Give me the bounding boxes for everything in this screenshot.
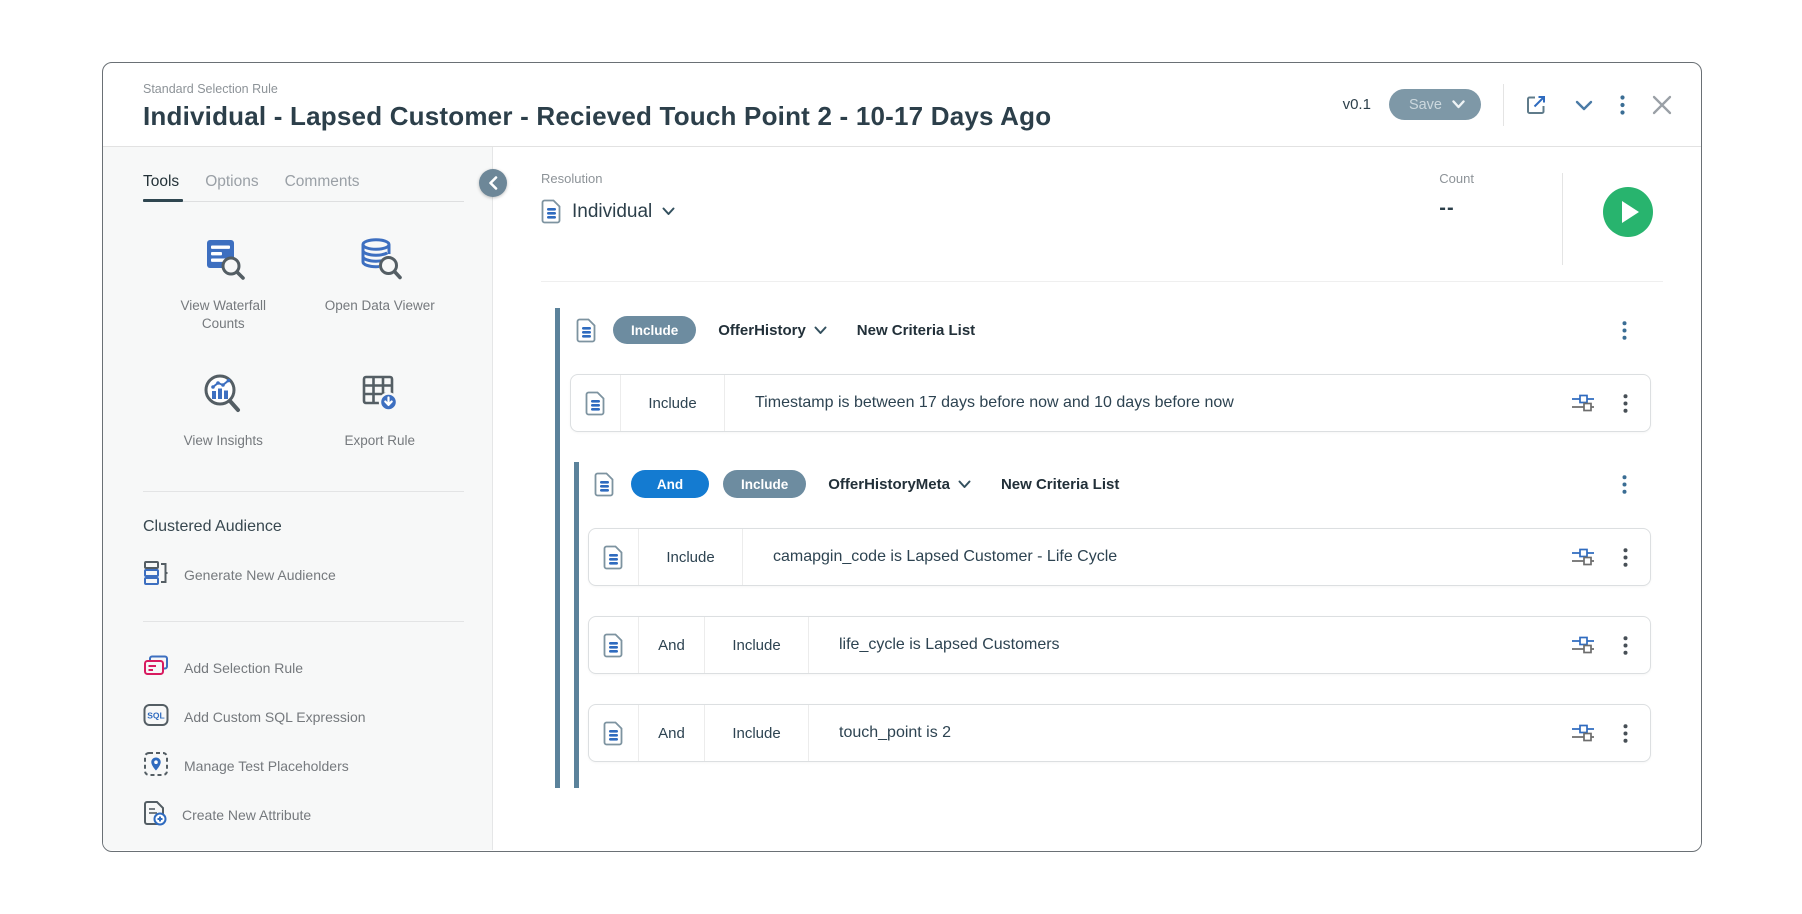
- table-chevron-down-icon: [814, 326, 827, 335]
- count-divider: [1562, 173, 1563, 265]
- criteria-kebab-menu-icon[interactable]: [1623, 394, 1628, 413]
- table-chevron-down-icon: [958, 480, 971, 489]
- header-divider: [1503, 84, 1504, 126]
- sidebar-divider: [143, 491, 464, 492]
- group-header: And Include OfferHistoryMeta New Criteri…: [588, 462, 1651, 506]
- resolution-label: Resolution: [541, 171, 1439, 186]
- record-doc-icon: [541, 199, 562, 224]
- criteria-operator[interactable]: Include: [639, 529, 743, 585]
- save-button[interactable]: Save: [1389, 89, 1481, 120]
- resolution-underline: [541, 281, 1663, 282]
- criteria-conjunction[interactable]: And: [639, 705, 705, 761]
- save-button-label: Save: [1409, 97, 1442, 113]
- save-chevron-down-icon[interactable]: [1452, 100, 1465, 109]
- page-title: Individual - Lapsed Customer - Recieved …: [143, 101, 1343, 132]
- rule-canvas: Resolution Individual: [493, 147, 1701, 850]
- group-kebab-menu-icon[interactable]: [1622, 475, 1627, 494]
- criteria-settings-sliders-icon[interactable]: [1571, 547, 1595, 567]
- group-header: Include OfferHistory New Criteria List: [570, 308, 1651, 352]
- criteria-row[interactable]: Include camapgin_code is Lapsed Customer…: [588, 528, 1651, 586]
- placeholder-pin-icon: [143, 751, 169, 782]
- record-doc-icon: [594, 472, 615, 497]
- selection-rule-icon: [143, 655, 169, 682]
- count-label: Count: [1439, 171, 1474, 186]
- criteria-text[interactable]: camapgin_code is Lapsed Customer - Life …: [743, 529, 1571, 585]
- criteria-row[interactable]: And Include life_cycle is Lapsed Custome…: [588, 616, 1651, 674]
- selection-rule-dialog: Standard Selection Rule Individual - Lap…: [102, 62, 1702, 852]
- resolution-chevron-down-icon: [662, 207, 675, 216]
- rule-type-label: Standard Selection Rule: [143, 82, 1343, 96]
- view-waterfall-counts-button[interactable]: View Waterfall Counts: [145, 236, 302, 333]
- attribute-add-icon: [143, 800, 167, 831]
- dialog-header: Standard Selection Rule Individual - Lap…: [103, 63, 1701, 147]
- include-pill[interactable]: Include: [723, 470, 806, 498]
- view-insights-button[interactable]: View Insights: [145, 371, 302, 450]
- criteria-operator[interactable]: Include: [705, 705, 809, 761]
- criteria-row[interactable]: And Include touch_point is 2: [588, 704, 1651, 762]
- criteria-kebab-menu-icon[interactable]: [1623, 724, 1628, 743]
- criteria-conjunction[interactable]: And: [639, 617, 705, 673]
- criteria-settings-sliders-icon[interactable]: [1571, 723, 1595, 743]
- table-select[interactable]: OfferHistoryMeta: [828, 476, 971, 493]
- insights-icon: [200, 371, 246, 422]
- table-select[interactable]: OfferHistory: [718, 322, 827, 339]
- play-icon: [1622, 201, 1639, 223]
- record-doc-icon: [589, 529, 639, 585]
- criteria-settings-sliders-icon[interactable]: [1571, 393, 1595, 413]
- criteria-kebab-menu-icon[interactable]: [1623, 548, 1628, 567]
- sidebar-divider: [143, 621, 464, 622]
- criteria-operator[interactable]: Include: [621, 375, 725, 431]
- record-doc-icon: [589, 617, 639, 673]
- sidebar-tabs: Tools Options Comments: [143, 173, 464, 202]
- open-in-new-window-icon[interactable]: [1524, 93, 1548, 117]
- create-new-attribute-button[interactable]: Create New Attribute: [143, 791, 464, 840]
- criteria-row[interactable]: Include Timestamp is between 17 days bef…: [570, 374, 1651, 432]
- clustered-audience-heading: Clustered Audience: [143, 518, 464, 536]
- run-count-play-button[interactable]: [1603, 187, 1653, 237]
- tab-tools[interactable]: Tools: [143, 173, 179, 201]
- sql-icon: SQL: [143, 703, 169, 732]
- export-rule-button[interactable]: Export Rule: [302, 371, 459, 450]
- header-kebab-menu-icon[interactable]: [1620, 95, 1625, 115]
- record-doc-icon: [589, 705, 639, 761]
- manage-test-placeholders-button[interactable]: Manage Test Placeholders: [143, 742, 464, 791]
- svg-text:SQL: SQL: [147, 710, 164, 720]
- include-pill[interactable]: Include: [613, 316, 696, 344]
- new-criteria-list-link[interactable]: New Criteria List: [1001, 476, 1119, 493]
- resolution-select[interactable]: Individual: [541, 199, 1439, 224]
- version-badge: v0.1: [1343, 96, 1371, 113]
- collapse-sidebar-button[interactable]: [479, 169, 507, 197]
- criteria-text[interactable]: life_cycle is Lapsed Customers: [809, 617, 1571, 673]
- audience-cluster-icon: [143, 560, 169, 591]
- add-custom-sql-button[interactable]: SQL Add Custom SQL Expression: [143, 693, 464, 742]
- open-data-viewer-button[interactable]: Open Data Viewer: [302, 236, 459, 333]
- criteria-kebab-menu-icon[interactable]: [1623, 636, 1628, 655]
- criteria-operator[interactable]: Include: [705, 617, 809, 673]
- tab-options[interactable]: Options: [205, 173, 258, 201]
- criteria-text[interactable]: Timestamp is between 17 days before now …: [725, 375, 1571, 431]
- chevron-down-icon[interactable]: [1572, 93, 1596, 117]
- record-doc-icon: [576, 318, 597, 343]
- close-icon[interactable]: [1649, 92, 1675, 118]
- and-pill[interactable]: And: [631, 470, 709, 498]
- data-viewer-icon: [357, 236, 403, 287]
- generate-new-audience-button[interactable]: Generate New Audience: [143, 560, 464, 591]
- add-selection-rule-button[interactable]: Add Selection Rule: [143, 644, 464, 693]
- criteria-text[interactable]: touch_point is 2: [809, 705, 1571, 761]
- tools-sidebar: Tools Options Comments: [103, 147, 493, 850]
- tab-comments[interactable]: Comments: [285, 173, 360, 201]
- new-criteria-list-link[interactable]: New Criteria List: [857, 322, 975, 339]
- record-doc-icon: [571, 375, 621, 431]
- waterfall-counts-icon: [200, 236, 246, 287]
- criteria-group-offerhistorymeta: And Include OfferHistoryMeta New Criteri…: [574, 462, 1651, 788]
- criteria-settings-sliders-icon[interactable]: [1571, 635, 1595, 655]
- count-value: --: [1439, 197, 1474, 220]
- criteria-group-offerhistory: Include OfferHistory New Criteria List: [555, 308, 1651, 788]
- export-rule-icon: [357, 371, 403, 422]
- group-kebab-menu-icon[interactable]: [1622, 321, 1627, 340]
